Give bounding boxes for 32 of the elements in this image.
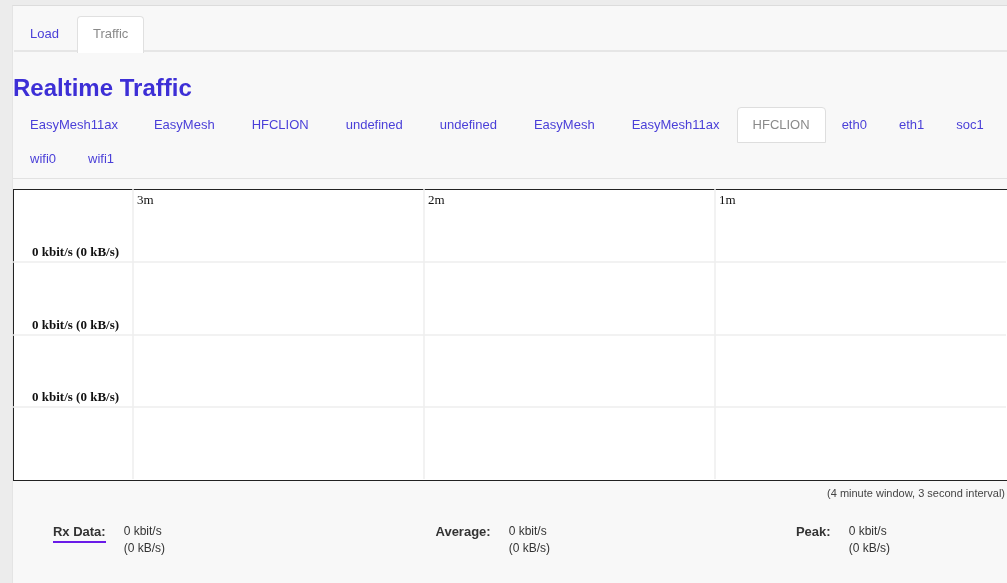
stat-value: (0 kB/s) [123, 541, 165, 555]
interface-tab[interactable]: undefined [422, 107, 514, 143]
interface-tab[interactable]: undefined [328, 107, 420, 143]
interface-tab[interactable]: EasyMesh [136, 107, 232, 143]
time-label: 2m [428, 192, 445, 208]
interface-tab[interactable]: EasyMesh11ax [14, 107, 134, 143]
interface-tab[interactable]: EasyMesh11ax [614, 107, 737, 143]
interface-tab[interactable]: EasyMesh [516, 107, 612, 143]
tab[interactable]: Traffic [76, 16, 145, 53]
tab[interactable]: Load [14, 16, 75, 50]
time-label: 3m [137, 192, 154, 208]
stat-value: 0 kbit/s [848, 524, 888, 538]
rate-label: 0 kbit/s (0 kB/s) [32, 317, 120, 333]
interface-tab[interactable]: HFCLION [736, 107, 826, 143]
interface-tab[interactable]: wifi0 [14, 143, 72, 175]
stat-value: 0 kbit/s [508, 524, 548, 538]
rate-label: 0 kbit/s (0 kB/s) [32, 244, 120, 260]
stat-value: (0 kB/s) [848, 541, 890, 555]
window-note: (4 minute window, 3 second interval) [827, 487, 1005, 499]
interface-tab[interactable]: soc1 [940, 107, 1000, 143]
interface-tab[interactable]: eth0 [825, 107, 883, 143]
interface-tab[interactable]: wifi1 [72, 143, 131, 175]
stat-label: Peak: [795, 524, 831, 541]
stat-value: 0 kbit/s [123, 524, 163, 538]
rate-label: 0 kbit/s (0 kB/s) [32, 389, 120, 405]
stat-value: (0 kB/s) [508, 541, 550, 555]
interface-tab[interactable]: eth1 [882, 107, 941, 143]
time-label: 1m [719, 192, 736, 208]
stat-label: Average: [435, 524, 491, 541]
legend-label: Rx Data: [52, 524, 106, 543]
page-title: Realtime Traffic [13, 74, 193, 102]
interface-tab[interactable]: HFCLION [234, 107, 326, 143]
